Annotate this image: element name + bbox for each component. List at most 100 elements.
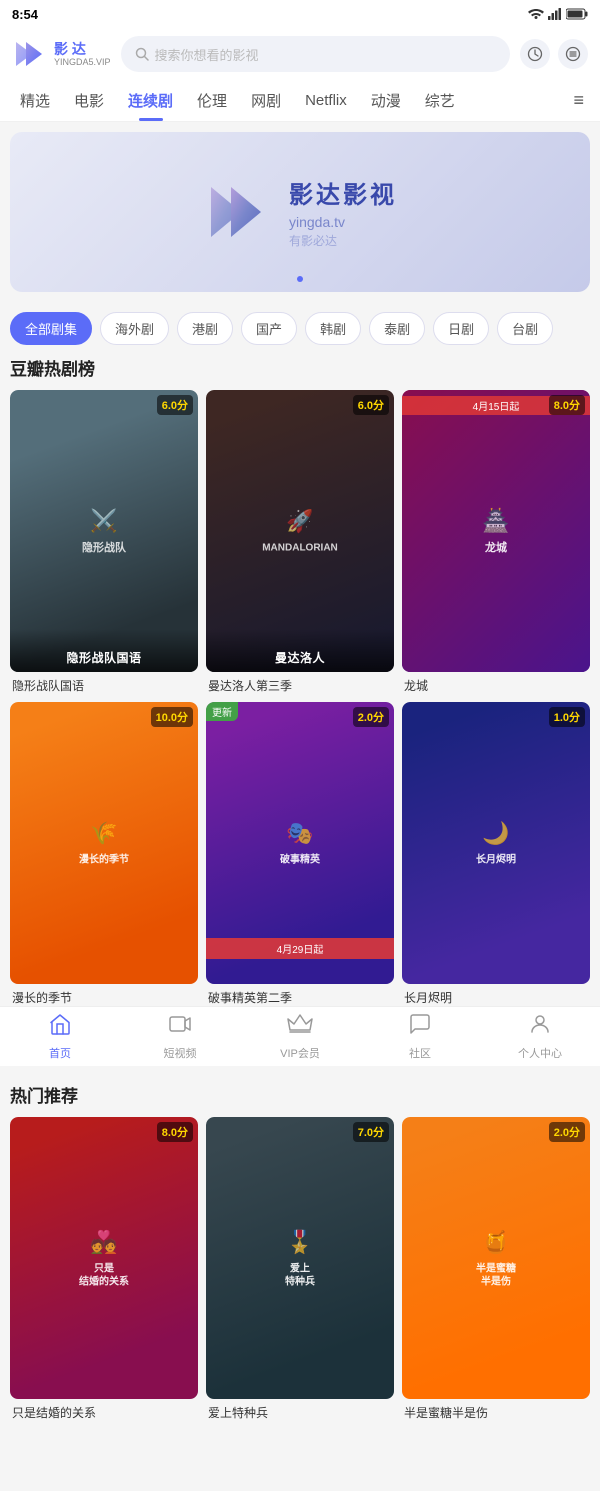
movie-name-1: 隐形战队国语 [10,677,198,694]
hot-movie-card-2[interactable]: 🎖️ 爱上特种兵 7.0分 爱上特种兵 [206,1117,394,1421]
nav-video[interactable]: 短视频 [120,1007,240,1066]
hot-section: 热门推荐 💑 只是结婚的关系 8.0分 只是结婚的关系 🎖️ [0,1082,600,1421]
movie-name-5: 破事精英第二季 [206,989,394,1006]
tab-dongman[interactable]: 动漫 [359,80,413,121]
wifi-icon [528,8,544,20]
nav-vip-label: VIP会员 [280,1045,320,1061]
tab-lunli[interactable]: 伦理 [185,80,239,121]
tab-jingxuan[interactable]: 精选 [8,80,62,121]
banner-dot-1 [297,276,303,282]
search-placeholder: 搜索你想看的影视 [155,45,259,64]
movie-card-6[interactable]: 🌙 长月烬明 1.0分 长月烬明 [402,702,590,1006]
video-svg [168,1012,192,1036]
nav-vip[interactable]: VIP会员 [240,1007,360,1066]
chip-japanese[interactable]: 日剧 [433,312,489,345]
banner-slogan: 有影必达 [289,232,397,249]
bottom-nav: 首页 短视频 VIP会员 社区 [0,1006,600,1066]
status-icons [528,8,588,20]
community-icon [408,1012,432,1042]
hot-title: 热门推荐 [10,1082,590,1107]
movie-name-2: 曼达洛人第三季 [206,677,394,694]
search-icon [135,47,149,61]
crown-svg [287,1012,313,1036]
hot-score-1: 8.0分 [157,1122,193,1142]
movie-name-3: 龙城 [402,677,590,694]
nav-home[interactable]: 首页 [0,1007,120,1066]
logo-area: 影 达 YINGDA5.VIP [12,36,111,72]
chip-domestic[interactable]: 国产 [241,312,297,345]
banner[interactable]: 影达影视 yingda.tv 有影必达 [10,132,590,292]
movie-card-1[interactable]: ⚔️ 隐形战队 隐形战队国语 6.0分 隐形战队国语 [10,390,198,694]
movie-thumb-6: 🌙 长月烬明 1.0分 [402,702,590,984]
home-svg [48,1012,72,1036]
movie-score-3: 8.0分 [549,395,585,415]
hot-movie-card-3[interactable]: 🍯 半是蜜糖半是伤 2.0分 半是蜜糖半是伤 [402,1117,590,1421]
banner-text-area: 影达影视 yingda.tv 有影必达 [289,175,397,249]
history-icon [527,46,543,62]
movie-score-2: 6.0分 [353,395,389,415]
home-icon [48,1012,72,1042]
person-icon [528,1012,552,1042]
nav-video-label: 短视频 [164,1045,197,1061]
app-logo-icon [12,36,48,72]
hot-poster-3: 🍯 半是蜜糖半是伤 [476,1228,516,1289]
poster-overlay-2: 曼达洛人 [206,629,394,672]
movie-card-4[interactable]: 🌾 漫长的季节 10.0分 漫长的季节 [10,702,198,1006]
hot-name-2: 爱上特种兵 [206,1404,394,1421]
tab-lianjuju[interactable]: 连续剧 [116,80,185,121]
tab-wangju[interactable]: 网剧 [239,80,293,121]
chip-all[interactable]: 全部剧集 [10,312,92,345]
tab-dianying[interactable]: 电影 [62,80,116,121]
movie-name-6: 长月烬明 [402,989,590,1006]
movie-card-5[interactable]: 更新 🎭 破事精英 4月29日起 2.0分 破事精英第二季 [206,702,394,1006]
signal-icon [548,8,562,20]
hot-thumb-2: 🎖️ 爱上特种兵 7.0分 [206,1117,394,1399]
movie-card-2[interactable]: 🚀 MANDALORIAN 曼达洛人 6.0分 曼达洛人第三季 [206,390,394,694]
logo-sub: YINGDA5.VIP [54,57,111,67]
filter-chips: 全部剧集 海外剧 港剧 国产 韩剧 泰剧 日剧 台剧 [0,302,600,355]
chip-hk[interactable]: 港剧 [177,312,233,345]
logo-text-area: 影 达 YINGDA5.VIP [54,41,111,68]
video-icon [168,1012,192,1042]
tab-zongyi[interactable]: 综艺 [413,80,467,121]
chip-overseas[interactable]: 海外剧 [100,312,169,345]
poster-text-4: 🌾 漫长的季节 [79,819,129,868]
hamburger-icon [565,46,581,62]
douban-section: 豆瓣热剧榜 ⚔️ 隐形战队 隐形战队国语 6.0分 隐形战队国语 [0,355,600,1006]
nav-home-label: 首页 [49,1045,71,1061]
status-time: 8:54 [12,7,38,22]
chip-taiwan[interactable]: 台剧 [497,312,553,345]
douban-movie-grid: ⚔️ 隐形战队 隐形战队国语 6.0分 隐形战队国语 🚀 MANDALORIAN… [10,390,590,1006]
hot-name-3: 半是蜜糖半是伤 [402,1404,590,1421]
banner-title: 影达影视 [289,175,397,210]
chip-thai[interactable]: 泰剧 [369,312,425,345]
movie-thumb-3: 🏯 龙城 4月15日起 8.0分 [402,390,590,672]
hot-poster-1: 💑 只是结婚的关系 [79,1228,129,1289]
movie-tag-5: 更新 [206,702,238,721]
movie-name-4: 漫长的季节 [10,989,198,1006]
movie-thumb-5: 更新 🎭 破事精英 4月29日起 2.0分 [206,702,394,984]
poster-text-5: 🎭 破事精英 [280,819,320,868]
chip-korean[interactable]: 韩剧 [305,312,361,345]
nav-community[interactable]: 社区 [360,1007,480,1066]
tab-netflix[interactable]: Netflix [293,82,359,119]
menu-icon-btn[interactable] [558,39,588,69]
banner-logo-icon [203,177,273,247]
hot-name-1: 只是结婚的关系 [10,1404,198,1421]
hot-movie-card-1[interactable]: 💑 只是结婚的关系 8.0分 只是结婚的关系 [10,1117,198,1421]
header: 影 达 YINGDA5.VIP 搜索你想看的影视 [0,28,600,80]
nav-community-label: 社区 [409,1045,431,1061]
movie-card-3[interactable]: 🏯 龙城 4月15日起 8.0分 龙城 [402,390,590,694]
poster-text-6: 🌙 长月烬明 [476,819,516,868]
search-bar[interactable]: 搜索你想看的影视 [121,36,510,72]
movie-score-4: 10.0分 [151,707,193,727]
history-icon-btn[interactable] [520,39,550,69]
nav-more-btn[interactable]: ≡ [565,82,592,119]
hot-thumb-3: 🍯 半是蜜糖半是伤 2.0分 [402,1117,590,1399]
nav-profile[interactable]: 个人中心 [480,1007,600,1066]
movie-score-1: 6.0分 [157,395,193,415]
movie-score-5: 2.0分 [353,707,389,727]
hot-poster-2: 🎖️ 爱上特种兵 [285,1228,315,1289]
nav-profile-label: 个人中心 [518,1045,562,1061]
movie-thumb-2: 🚀 MANDALORIAN 曼达洛人 6.0分 [206,390,394,672]
